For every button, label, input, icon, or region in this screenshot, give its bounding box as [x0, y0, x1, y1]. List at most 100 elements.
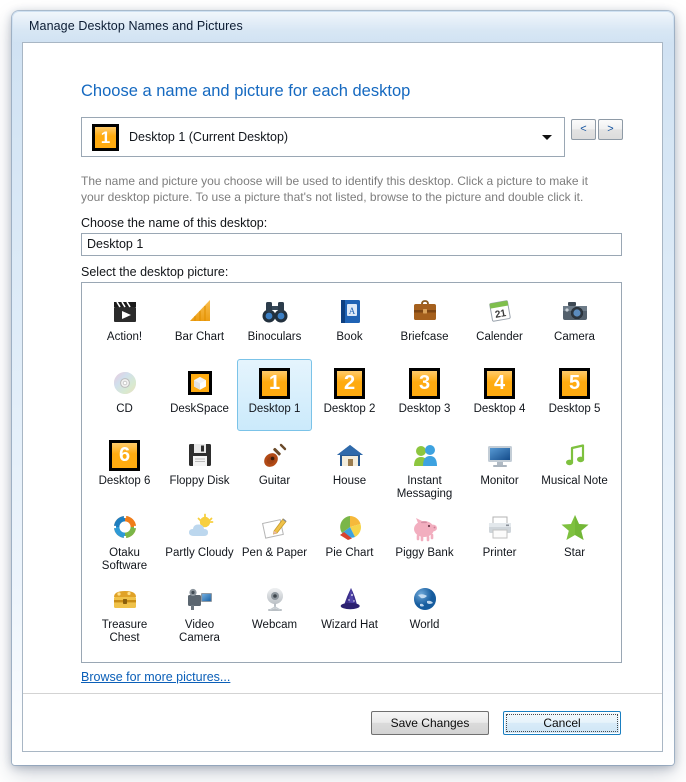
number-tile-icon: 6 — [109, 439, 140, 471]
picture-cell-label: Binoculars — [247, 331, 302, 343]
picture-cell[interactable]: CD — [87, 359, 162, 431]
previous-desktop-button[interactable]: < — [571, 119, 596, 140]
picture-cell[interactable]: Piggy Bank — [387, 503, 462, 575]
picture-cell[interactable]: 1 Desktop 1 — [237, 359, 312, 431]
picture-cell-label: DeskSpace — [170, 403, 229, 415]
deskspace-cube-icon — [183, 366, 217, 400]
binoculars-icon — [258, 294, 292, 328]
picture-cell[interactable]: Action! — [87, 287, 162, 359]
picture-cell[interactable]: 6 Desktop 6 — [87, 431, 162, 503]
window-title: Manage Desktop Names and Pictures — [29, 19, 243, 33]
picture-cell-label: Action! — [106, 331, 143, 343]
picture-cell[interactable]: Pen & Paper — [237, 503, 312, 575]
picture-cell[interactable]: Otaku Software — [87, 503, 162, 575]
picture-cell-label: Desktop 3 — [398, 403, 451, 415]
picture-cell-label: Bar Chart — [174, 331, 225, 343]
picture-grid-container: Action! Bar Chart Binoculars A Book Briefcase… — [81, 282, 622, 663]
floppy-disk-icon — [183, 438, 217, 472]
name-field-label: Choose the name of this desktop: — [81, 216, 268, 230]
picture-cell[interactable]: A Book — [312, 287, 387, 359]
picture-cell[interactable]: Star — [537, 503, 612, 575]
number-tile-icon: 1 — [92, 124, 119, 151]
printer-icon — [483, 510, 517, 544]
desktop-selector-label: Desktop 1 (Current Desktop) — [129, 130, 289, 144]
video-camera-icon — [183, 582, 217, 616]
picture-cell[interactable]: Camera — [537, 287, 612, 359]
picture-cell[interactable]: 3 Desktop 3 — [387, 359, 462, 431]
picture-cell[interactable]: Guitar — [237, 431, 312, 503]
wizard-hat-icon — [333, 582, 367, 616]
number-tile-icon: 5 — [559, 367, 590, 399]
treasure-chest-icon — [108, 582, 142, 616]
picture-cell[interactable]: Floppy Disk — [162, 431, 237, 503]
picture-cell-label: Printer — [482, 547, 517, 559]
picture-cell[interactable]: Binoculars — [237, 287, 312, 359]
picture-cell-label: Desktop 4 — [473, 403, 526, 415]
clapperboard-icon — [108, 294, 142, 328]
number-tile-icon: 1 — [258, 366, 292, 400]
bar-chart-icon — [183, 294, 217, 328]
picture-cell[interactable]: 5 Desktop 5 — [537, 359, 612, 431]
title-bar[interactable]: Manage Desktop Names and Pictures — [12, 11, 674, 43]
otaku-gear-icon — [108, 510, 142, 544]
picture-cell-label: Camera — [554, 331, 595, 343]
picture-cell-label: Piggy Bank — [395, 547, 454, 559]
desktop-name-input[interactable] — [87, 237, 607, 251]
save-changes-button[interactable]: Save Changes — [371, 711, 489, 735]
content-pane: Choose a name and picture for each deskt… — [23, 43, 662, 693]
next-desktop-button[interactable]: > — [598, 119, 623, 140]
picture-cell[interactable]: 2 Desktop 2 — [312, 359, 387, 431]
picture-cell[interactable]: Webcam — [237, 575, 312, 647]
picture-cell[interactable]: Wizard Hat — [312, 575, 387, 647]
webcam-icon — [258, 582, 292, 616]
picture-cell[interactable]: House — [312, 431, 387, 503]
number-tile-icon: 3 — [409, 367, 440, 399]
picture-cell-label: Calender — [476, 331, 523, 343]
picture-cell[interactable]: Bar Chart — [162, 287, 237, 359]
guitar-icon — [258, 438, 292, 472]
cd-icon — [108, 366, 142, 400]
piggy-bank-icon — [408, 510, 442, 544]
world-globe-icon — [408, 582, 442, 616]
picture-cell-label: Guitar — [258, 475, 291, 487]
briefcase-icon — [408, 294, 442, 328]
picture-cell-label: Desktop 5 — [548, 403, 601, 415]
browse-for-more-pictures-link[interactable]: Browse for more pictures... — [81, 670, 230, 684]
picture-cell-label: Floppy Disk — [169, 475, 230, 487]
picture-cell-label: Desktop 1 — [248, 403, 301, 415]
picture-cell[interactable]: Monitor — [462, 431, 537, 503]
picture-cell[interactable]: DeskSpace — [162, 359, 237, 431]
picture-list-label: Select the desktop picture: — [81, 265, 229, 279]
number-tile-icon: 3 — [408, 366, 442, 400]
picture-cell[interactable]: Printer — [462, 503, 537, 575]
picture-cell[interactable]: 21 Calender — [462, 287, 537, 359]
picture-cell[interactable]: Pie Chart — [312, 503, 387, 575]
desktop-selector-combobox[interactable]: 1 Desktop 1 (Current Desktop) — [81, 117, 565, 157]
number-tile-icon: 4 — [483, 366, 517, 400]
picture-cell-label: Desktop 6 — [98, 475, 151, 487]
picture-cell[interactable]: Treasure Chest — [87, 575, 162, 647]
dialog-button-bar: Save Changes Cancel — [23, 693, 662, 751]
picture-cell[interactable]: Video Camera — [162, 575, 237, 647]
calendar-icon: 21 — [483, 294, 517, 328]
selected-desktop-icon: 1 — [92, 124, 119, 151]
picture-cell-label: CD — [116, 403, 133, 415]
picture-cell-label: Desktop 2 — [323, 403, 376, 415]
picture-cell[interactable]: Musical Note — [537, 431, 612, 503]
description-text: The name and picture you choose will be … — [81, 174, 588, 204]
picture-cell[interactable]: 4 Desktop 4 — [462, 359, 537, 431]
page-title: Choose a name and picture for each deskt… — [81, 82, 411, 100]
picture-cell[interactable]: Briefcase — [387, 287, 462, 359]
picture-cell[interactable]: World — [387, 575, 462, 647]
picture-cell-label: Pen & Paper — [241, 547, 308, 559]
musical-note-icon — [558, 438, 592, 472]
picture-cell-label: World — [409, 619, 440, 631]
picture-cell-label: House — [332, 475, 367, 487]
name-input-wrapper[interactable] — [81, 233, 622, 256]
picture-cell[interactable]: Partly Cloudy — [162, 503, 237, 575]
cancel-button[interactable]: Cancel — [503, 711, 621, 735]
picture-cell[interactable]: Instant Messaging — [387, 431, 462, 503]
instant-messaging-icon — [408, 438, 442, 472]
chevron-down-icon[interactable] — [542, 135, 552, 140]
picture-cell-label: Star — [563, 547, 586, 559]
